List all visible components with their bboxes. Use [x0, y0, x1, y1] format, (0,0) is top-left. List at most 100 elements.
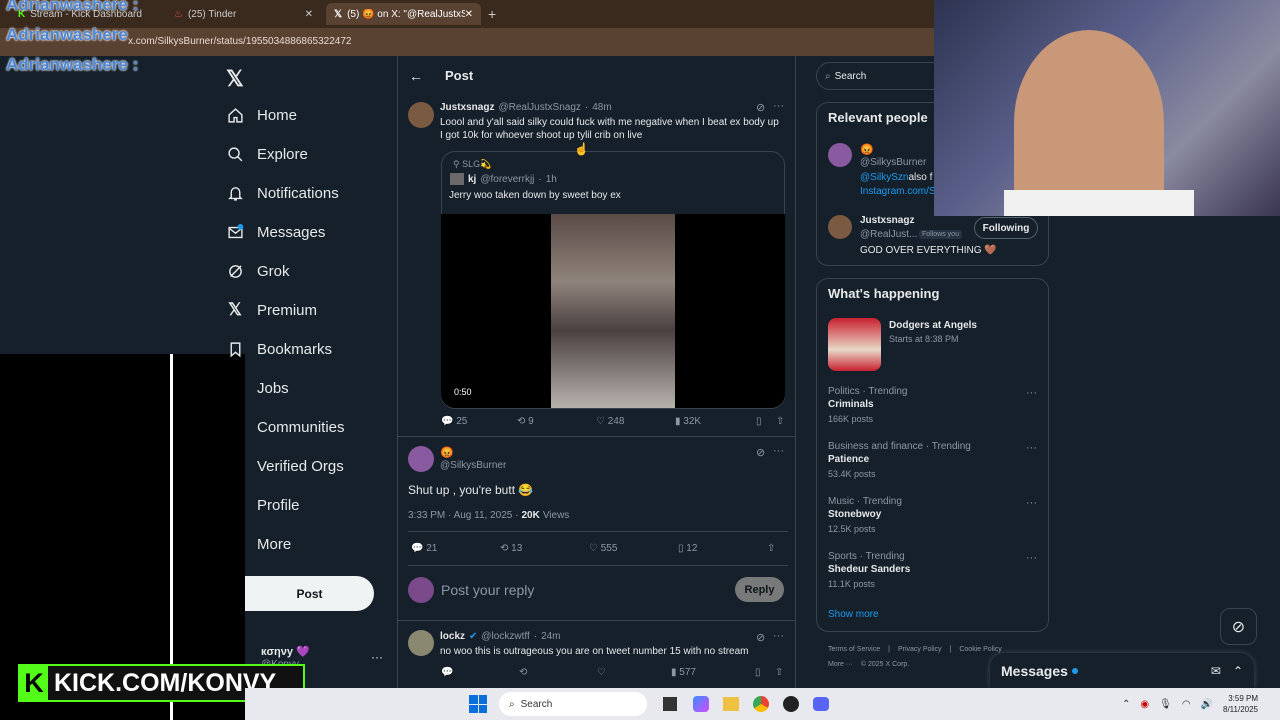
new-tab-icon[interactable]: +	[488, 6, 496, 22]
tray-icon[interactable]: ◉	[1140, 699, 1149, 710]
grok-icon[interactable]: ⊘	[756, 631, 765, 644]
sidebar-item-home[interactable]: Home	[226, 106, 297, 124]
reply-button[interactable]: Reply	[735, 577, 784, 602]
views-button[interactable]: ▮ 577	[671, 667, 755, 678]
grok-icon[interactable]: ⊘	[756, 101, 765, 114]
author-handle[interactable]: @RealJustxSnagz	[498, 102, 580, 113]
repost-button[interactable]: ⟲ 13	[500, 543, 589, 554]
grok-icon[interactable]: ⊘	[756, 446, 765, 459]
repost-button[interactable]: ⟲ 9	[517, 416, 596, 427]
share-icon[interactable]: ⇧	[776, 416, 784, 427]
post-timestamp[interactable]: 3:33 PM · Aug 11, 2025 ·	[408, 510, 518, 521]
chrome-icon[interactable]	[753, 696, 769, 712]
sidebar-item-premium[interactable]: 𝕏 Premium	[226, 300, 317, 319]
more-icon[interactable]: ···	[773, 100, 784, 112]
avatar[interactable]	[408, 102, 434, 128]
sidebar-item-explore[interactable]: Explore	[226, 145, 308, 163]
avatar[interactable]	[828, 215, 852, 239]
back-arrow-icon[interactable]: ←	[409, 68, 423, 84]
bookmark-icon[interactable]: ▯	[756, 416, 776, 427]
post-time[interactable]: 48m	[592, 102, 611, 113]
more-icon[interactable]: ···	[1026, 387, 1037, 399]
post-time[interactable]: 24m	[541, 631, 560, 642]
tab-tinder[interactable]: ♨ (25) Tinder ✕	[166, 3, 321, 25]
reply-button[interactable]: 💬 21	[411, 543, 500, 554]
grok-icon[interactable]: ⊘	[1220, 608, 1257, 645]
close-tab-icon[interactable]: ✕	[305, 9, 313, 20]
share-icon[interactable]: ⇧	[775, 667, 783, 678]
like-button[interactable]: ♡ 555	[589, 543, 678, 554]
footer-link[interactable]: Privacy Policy	[898, 646, 942, 653]
sidebar-item-more[interactable]: More	[226, 535, 291, 553]
bookmark-icon[interactable]: ▯	[755, 667, 775, 678]
author-name[interactable]: lockz	[440, 631, 465, 642]
trend-title[interactable]: Patience	[828, 454, 869, 465]
bio-link[interactable]: @SilkySzn	[860, 172, 909, 183]
app-icon[interactable]	[783, 696, 799, 712]
volume-icon[interactable]: 🔊	[1201, 699, 1213, 710]
author-handle[interactable]: @lockzwtff	[481, 631, 529, 642]
sidebar-item-notifications[interactable]: Notifications	[226, 184, 339, 202]
sidebar-item-communities[interactable]: Communities	[226, 418, 345, 436]
author-name[interactable]: 😡	[440, 446, 454, 459]
microphone-icon[interactable]: 🎙	[1159, 699, 1172, 710]
share-icon[interactable]: ⇧	[767, 543, 775, 554]
trend-title[interactable]: Shedeur Sanders	[828, 564, 910, 575]
person-handle[interactable]: @RealJust...	[860, 229, 917, 240]
sidebar-item-jobs[interactable]: Jobs	[226, 379, 289, 397]
show-more-link[interactable]: Show more	[828, 609, 879, 620]
avatar[interactable]	[408, 446, 434, 472]
taskbar-search[interactable]: ⌕ Search	[499, 692, 647, 716]
x-logo-icon[interactable]: 𝕏	[226, 66, 244, 92]
url-text[interactable]: x.com/SilkysBurner/status/19550348868653…	[128, 36, 351, 47]
sidebar-item-verified-orgs[interactable]: Verified Orgs	[226, 457, 344, 475]
repost-button[interactable]: ⟲	[519, 667, 597, 678]
trend-title[interactable]: Stonebwoy	[828, 509, 881, 520]
task-view-icon[interactable]	[663, 697, 677, 711]
video-frame[interactable]	[551, 214, 675, 408]
author-handle[interactable]: @SilkysBurner	[440, 460, 506, 471]
account-name[interactable]: кσηνу 💜	[261, 645, 310, 658]
trend-title[interactable]: Criminals	[828, 399, 874, 410]
chevron-up-icon[interactable]: ⌃	[1233, 664, 1243, 678]
reply-input[interactable]: Post your reply	[441, 582, 534, 598]
more-icon[interactable]: ···	[1026, 497, 1037, 509]
messages-drawer[interactable]: Messages ✉ ⌃	[990, 653, 1254, 688]
person-handle[interactable]: @SilkysBurner	[860, 157, 926, 168]
event-image[interactable]	[828, 318, 881, 371]
chevron-up-icon[interactable]: ⌃	[1122, 699, 1130, 710]
new-message-icon[interactable]: ✉	[1211, 664, 1221, 678]
person-name[interactable]: 😡	[860, 143, 874, 156]
close-tab-icon[interactable]: ✕	[465, 9, 473, 20]
taskbar-clock[interactable]: 3:59 PM 8/11/2025	[1223, 693, 1258, 715]
file-explorer-icon[interactable]	[723, 697, 739, 711]
event-title[interactable]: Dodgers at Angels	[889, 320, 977, 331]
like-button[interactable]: ♡ 248	[596, 416, 675, 427]
footer-link[interactable]: Terms of Service	[828, 646, 880, 653]
discord-icon[interactable]	[813, 697, 829, 711]
like-button[interactable]: ♡	[597, 667, 671, 678]
more-icon[interactable]: ···	[1026, 552, 1037, 564]
more-icon[interactable]: ···	[773, 445, 784, 457]
sidebar-item-profile[interactable]: Profile	[226, 496, 300, 514]
footer-link[interactable]: Cookie Policy	[959, 646, 1001, 653]
bio-link[interactable]: Instagram.com/S	[860, 186, 936, 197]
author-name[interactable]: Justxsnagz	[440, 102, 494, 113]
reply-button[interactable]: 💬 25	[441, 416, 517, 427]
person-name[interactable]: Justxsnagz	[860, 215, 914, 226]
copilot-icon[interactable]	[693, 696, 709, 712]
wifi-icon[interactable]: ◠	[1182, 699, 1191, 710]
following-button[interactable]: Following	[974, 217, 1038, 239]
windows-start-icon[interactable]	[469, 695, 487, 713]
more-icon[interactable]: ···	[773, 630, 784, 642]
reply-button[interactable]: 💬	[441, 667, 519, 678]
more-icon[interactable]: ···	[1026, 442, 1037, 454]
bookmark-button[interactable]: ▯ 12	[678, 543, 767, 554]
footer-link[interactable]: More ···	[828, 661, 853, 668]
post-button[interactable]: Post	[245, 576, 374, 611]
views-button[interactable]: ▮ 32K	[675, 416, 756, 427]
sidebar-item-messages[interactable]: Messages	[226, 223, 325, 241]
avatar[interactable]	[828, 143, 852, 167]
account-more-icon[interactable]: ···	[371, 650, 383, 664]
sidebar-item-grok[interactable]: Grok	[226, 262, 290, 280]
